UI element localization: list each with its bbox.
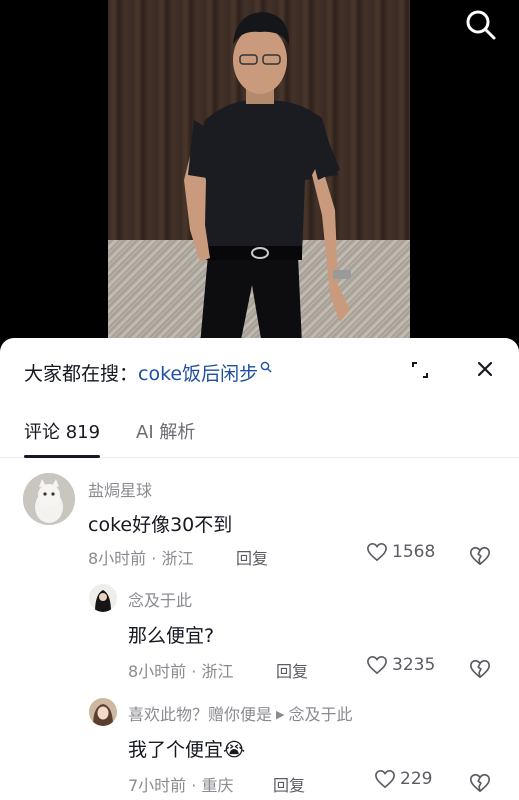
avatar[interactable] xyxy=(89,698,117,726)
comment-text: 那么便宜? xyxy=(128,625,215,647)
like-count: 3235 xyxy=(392,655,436,675)
reply-arrow-icon: ▶ xyxy=(276,708,285,721)
comment-username[interactable]: 喜欢此物？赠你便是 ▶ 念及于此 xyxy=(128,701,353,725)
reply-item: 念及于此 那么便宜? 8小时前 · 浙江 回复 3235 xyxy=(0,584,519,684)
video-person-figure xyxy=(184,12,351,345)
comment-text: 我了个便宜😭 xyxy=(128,735,245,762)
sheet-header: 大家都在搜：coke饭后闲步 xyxy=(0,338,519,400)
hot-search-prefix: 大家都在搜： xyxy=(24,363,139,385)
reply-button[interactable]: 回复 xyxy=(236,545,268,569)
reply-item: 喜欢此物？赠你便是 ▶ 念及于此 我了个便宜😭 7小时前 · 重庆 回复 229 xyxy=(0,698,519,798)
active-tab-indicator xyxy=(24,455,100,458)
reply-author[interactable]: 喜欢此物？赠你便是 xyxy=(128,705,272,724)
video-player[interactable] xyxy=(0,0,519,345)
comment-meta: 8小时前 · 浙江 xyxy=(88,549,194,568)
like-button[interactable]: 3235 xyxy=(366,655,435,675)
like-button[interactable]: 229 xyxy=(374,769,432,789)
comment-sheet: 大家都在搜：coke饭后闲步 评论 819 AI 解析 盐焗星球 coke好像3… xyxy=(0,338,519,800)
reply-button[interactable]: 回复 xyxy=(273,772,305,796)
user-avatar-icon xyxy=(89,698,117,726)
search-icon[interactable] xyxy=(462,6,500,42)
like-count: 1568 xyxy=(392,542,436,562)
comment-username[interactable]: 念及于此 xyxy=(128,587,192,611)
comment-tabs: 评论 819 AI 解析 xyxy=(0,408,519,458)
cat-avatar-icon xyxy=(23,473,75,525)
comment-text: coke好像30不到 xyxy=(88,514,233,536)
broken-heart-icon[interactable] xyxy=(469,658,491,680)
reply-button[interactable]: 回复 xyxy=(276,658,308,682)
comment-meta: 7小时前 · 重庆 xyxy=(128,776,234,795)
crying-emoji-icon: 😭 xyxy=(223,739,246,761)
comment-text-body: 我了个便宜 xyxy=(128,739,224,761)
comment-username[interactable]: 盐焗星球 xyxy=(88,477,152,501)
close-icon[interactable] xyxy=(473,357,497,381)
search-mini-icon xyxy=(260,361,272,373)
like-button[interactable]: 1568 xyxy=(366,542,435,562)
tab-comments[interactable]: 评论 819 xyxy=(24,418,100,444)
heart-icon xyxy=(375,769,395,789)
like-count: 229 xyxy=(400,769,433,789)
expand-icon[interactable] xyxy=(408,358,432,382)
hot-search-suggestion[interactable]: 大家都在搜：coke饭后闲步 xyxy=(24,359,272,386)
tab-ai-analysis[interactable]: AI 解析 xyxy=(136,418,195,444)
heart-icon xyxy=(367,542,387,562)
girl-avatar-icon xyxy=(89,584,117,612)
comment-meta: 8小时前 · 浙江 xyxy=(128,662,234,681)
comment-item: 盐焗星球 coke好像30不到 8小时前 · 浙江 回复 1568 xyxy=(0,468,519,578)
reply-target[interactable]: 念及于此 xyxy=(288,705,352,724)
broken-heart-icon[interactable] xyxy=(469,545,491,567)
heart-icon xyxy=(367,655,387,675)
broken-heart-icon[interactable] xyxy=(469,772,491,794)
avatar[interactable] xyxy=(89,584,117,612)
hot-search-keyword[interactable]: coke饭后闲步 xyxy=(138,363,258,385)
avatar[interactable] xyxy=(23,473,75,525)
